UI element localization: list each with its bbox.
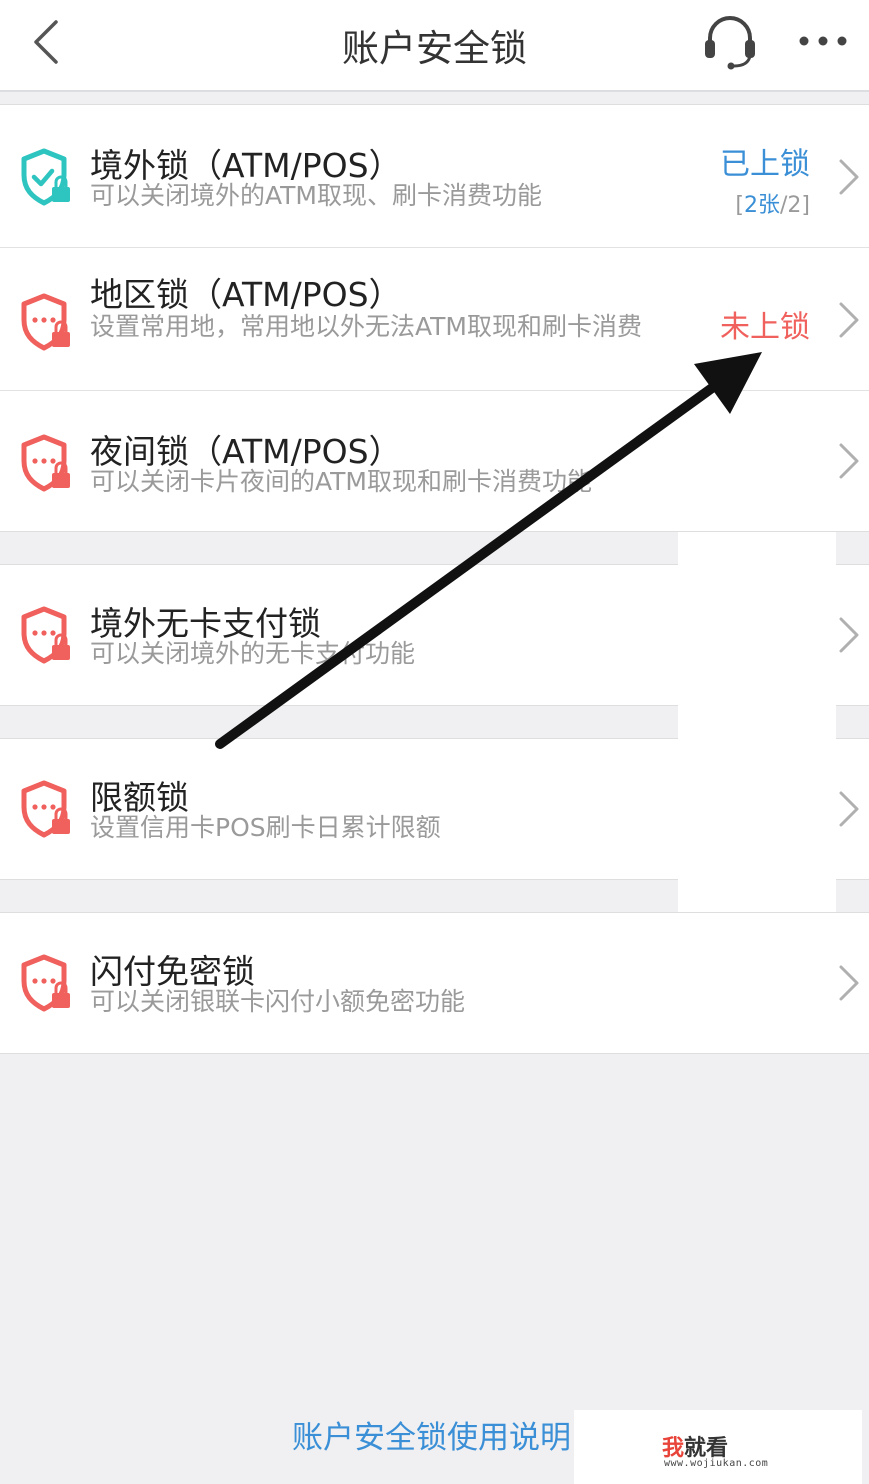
watermark-url: www.wojiukan.com [664,1458,769,1469]
usage-instructions-link[interactable]: 账户安全锁使用说明 [292,1412,571,1457]
annotation-arrow [215,352,762,749]
watermark: 我就看 www.wojiukan.com [574,1410,862,1484]
